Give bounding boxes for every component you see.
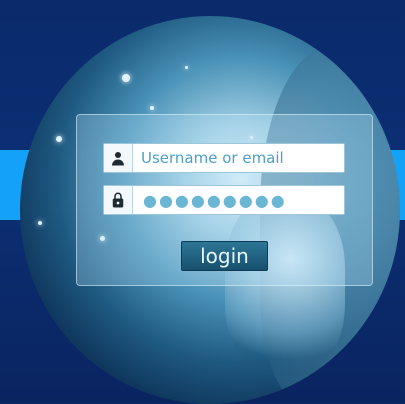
login-panel: Username or email ●●●●●●●●● login (76, 114, 373, 286)
username-field[interactable]: Username or email (103, 143, 345, 173)
lock-icon (104, 186, 133, 214)
circular-illustration: Username or email ●●●●●●●●● login (20, 16, 400, 404)
sparkle (185, 66, 188, 69)
sparkle (38, 221, 42, 225)
sparkle (56, 136, 62, 142)
password-mask: ●●●●●●●●● (143, 190, 287, 210)
login-button[interactable]: login (181, 241, 268, 271)
sparkle (122, 74, 130, 82)
username-placeholder: Username or email (141, 149, 284, 167)
sparkle (150, 106, 154, 110)
password-field[interactable]: ●●●●●●●●● (103, 185, 345, 215)
user-icon (104, 144, 133, 172)
